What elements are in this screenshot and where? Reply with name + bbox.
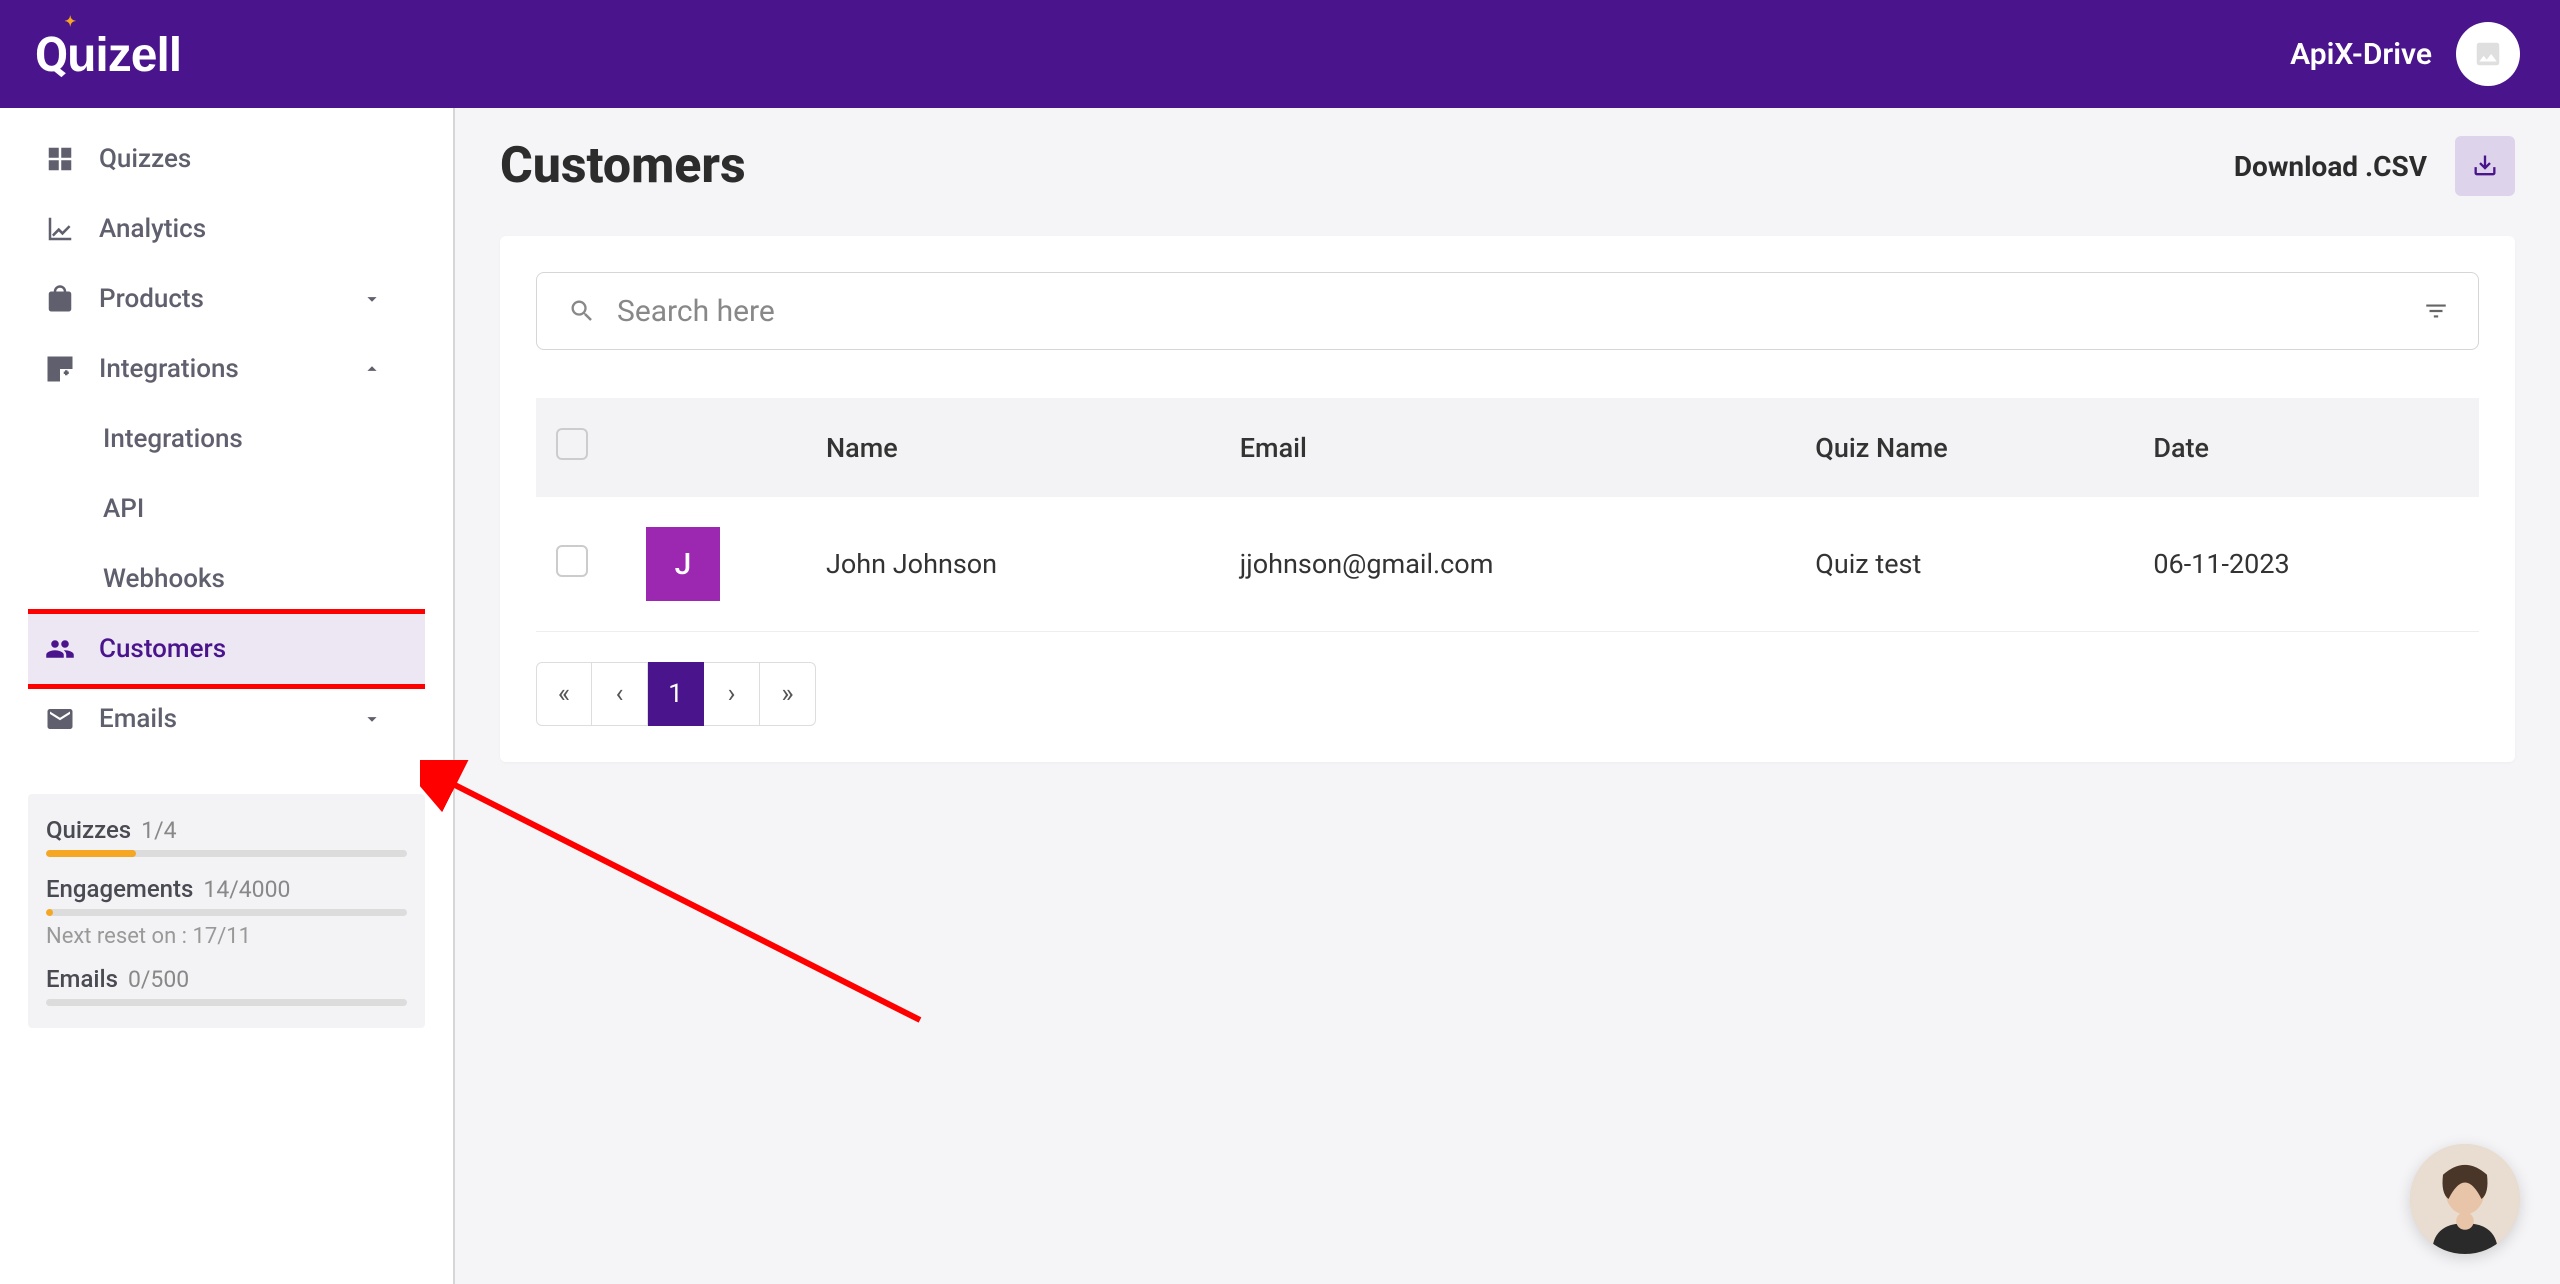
sidebar-item-label: Webhooks bbox=[103, 564, 423, 594]
page-last-button[interactable]: » bbox=[760, 662, 816, 726]
customers-card: Name Email Quiz Name Date J John Johnson… bbox=[500, 236, 2515, 762]
column-name: Name bbox=[806, 398, 1220, 497]
sidebar-item-products[interactable]: Products bbox=[0, 264, 453, 334]
usage-reset-note: Next reset on : 17/11 bbox=[46, 924, 407, 949]
cell-quiz: Quiz test bbox=[1795, 497, 2133, 632]
sidebar-item-emails[interactable]: Emails bbox=[0, 684, 453, 754]
sidebar-subitem-webhooks[interactable]: Webhooks bbox=[0, 544, 453, 614]
column-email: Email bbox=[1220, 398, 1795, 497]
column-quiz: Quiz Name bbox=[1795, 398, 2133, 497]
page-title: Customers bbox=[500, 137, 746, 195]
page-prev-button[interactable]: ‹ bbox=[592, 662, 648, 726]
download-icon bbox=[2471, 152, 2499, 180]
chart-icon bbox=[45, 214, 75, 244]
pagination: « ‹ 1 › » bbox=[536, 662, 2479, 726]
customer-avatar: J bbox=[646, 527, 720, 601]
download-csv-label: Download .CSV bbox=[2234, 150, 2427, 183]
sidebar-item-customers[interactable]: Customers bbox=[28, 614, 425, 684]
cell-name: John Johnson bbox=[806, 497, 1220, 632]
email-icon bbox=[45, 704, 75, 734]
sidebar-item-label: Integrations bbox=[103, 424, 423, 454]
chevron-up-icon bbox=[361, 358, 383, 380]
usage-engagements-label: Engagements bbox=[46, 875, 193, 903]
usage-quizzes-value: 1/4 bbox=[141, 817, 176, 844]
sidebar-item-label: Integrations bbox=[99, 354, 361, 384]
user-avatar[interactable] bbox=[2456, 22, 2520, 86]
usage-emails-label: Emails bbox=[46, 965, 118, 993]
row-checkbox[interactable] bbox=[556, 545, 588, 577]
app-logo[interactable]: Q✦uizell bbox=[35, 26, 181, 83]
grid-icon bbox=[45, 144, 75, 174]
account-name: ApiX-Drive bbox=[2290, 37, 2432, 72]
usage-quizzes-label: Quizzes bbox=[46, 816, 131, 844]
customers-table: Name Email Quiz Name Date J John Johnson… bbox=[536, 398, 2479, 632]
search-icon bbox=[568, 297, 596, 325]
filter-icon[interactable] bbox=[2423, 298, 2449, 324]
sidebar-subitem-api[interactable]: API bbox=[0, 474, 453, 544]
sidebar-item-label: Products bbox=[99, 284, 361, 314]
page-first-button[interactable]: « bbox=[536, 662, 592, 726]
usage-engagements-value: 14/4000 bbox=[203, 876, 290, 903]
person-avatar-icon bbox=[2410, 1144, 2520, 1254]
cell-date: 06-11-2023 bbox=[2133, 497, 2479, 632]
main-content: Customers Download .CSV Name bbox=[455, 108, 2560, 1284]
integrations-icon bbox=[45, 354, 75, 384]
chevron-down-icon bbox=[361, 708, 383, 730]
sidebar-item-label: Quizzes bbox=[99, 144, 423, 174]
sidebar-item-analytics[interactable]: Analytics bbox=[0, 194, 453, 264]
table-row[interactable]: J John Johnson jjohnson@gmail.com Quiz t… bbox=[536, 497, 2479, 632]
sidebar-item-quizzes[interactable]: Quizzes bbox=[0, 124, 453, 194]
download-csv-button[interactable] bbox=[2455, 136, 2515, 196]
page-next-button[interactable]: › bbox=[704, 662, 760, 726]
image-placeholder-icon bbox=[2473, 39, 2503, 69]
usage-emails-value: 0/500 bbox=[128, 966, 189, 993]
sidebar-item-label: Customers bbox=[99, 634, 395, 664]
sidebar-subitem-integrations[interactable]: Integrations bbox=[0, 404, 453, 474]
usage-box: Quizzes 1/4 Engagements 14/4000 Next res… bbox=[28, 794, 425, 1028]
search-input[interactable] bbox=[536, 272, 2479, 350]
people-icon bbox=[45, 634, 75, 664]
sidebar-item-label: Analytics bbox=[99, 214, 423, 244]
sidebar-item-label: Emails bbox=[99, 704, 361, 734]
page-current-button[interactable]: 1 bbox=[648, 662, 704, 726]
bag-icon bbox=[45, 284, 75, 314]
chevron-down-icon bbox=[361, 288, 383, 310]
chat-widget[interactable] bbox=[2410, 1144, 2520, 1254]
top-bar: Q✦uizell ApiX-Drive bbox=[0, 0, 2560, 108]
sidebar-item-integrations[interactable]: Integrations bbox=[0, 334, 453, 404]
sidebar: Quizzes Analytics Products Integrations … bbox=[0, 108, 455, 1284]
select-all-checkbox[interactable] bbox=[556, 428, 588, 460]
column-date: Date bbox=[2133, 398, 2479, 497]
sidebar-item-label: API bbox=[103, 494, 423, 524]
cell-email: jjohnson@gmail.com bbox=[1220, 497, 1795, 632]
